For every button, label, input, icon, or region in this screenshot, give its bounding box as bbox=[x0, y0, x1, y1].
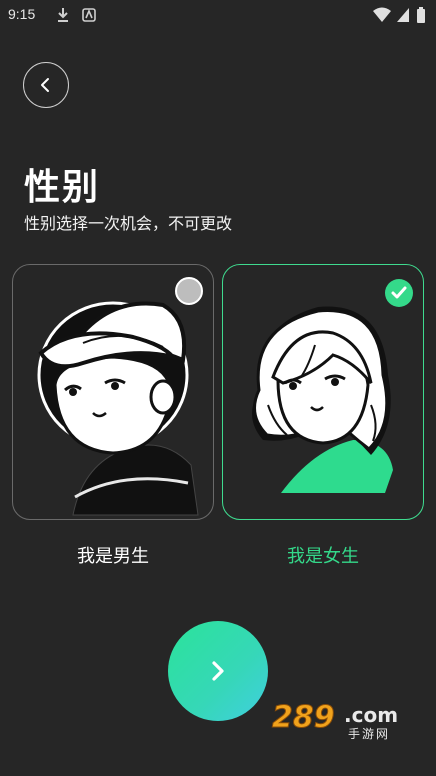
back-button[interactable] bbox=[23, 62, 69, 108]
female-selected-radio[interactable] bbox=[385, 279, 413, 307]
app-notification-icon bbox=[82, 8, 96, 22]
male-option-label[interactable]: 我是男生 bbox=[12, 542, 214, 568]
female-option-card[interactable] bbox=[222, 264, 424, 520]
female-option-label[interactable]: 我是女生 bbox=[222, 542, 424, 568]
battery-icon bbox=[417, 7, 425, 23]
page-subtitle: 性别选择一次机会，不可更改 bbox=[24, 214, 233, 233]
male-unselected-radio[interactable] bbox=[175, 277, 203, 305]
page-title: 性别 bbox=[24, 167, 101, 208]
chevron-left-icon bbox=[41, 78, 49, 92]
watermark-number: 289 bbox=[272, 700, 336, 736]
check-icon bbox=[391, 286, 407, 299]
wifi-icon bbox=[373, 7, 391, 22]
download-icon bbox=[58, 8, 68, 22]
chevron-right-icon bbox=[212, 661, 224, 681]
signal-icon bbox=[397, 8, 409, 22]
status-time: 9:15 bbox=[8, 6, 36, 22]
watermark-tagline: 手游网 bbox=[348, 727, 391, 741]
watermark-logo: 289 .com 手游网 bbox=[272, 700, 412, 744]
watermark-domain: .com bbox=[344, 703, 399, 727]
status-bar: 9:15 bbox=[0, 0, 436, 30]
next-button[interactable] bbox=[168, 621, 268, 721]
male-option-card[interactable] bbox=[12, 264, 214, 520]
